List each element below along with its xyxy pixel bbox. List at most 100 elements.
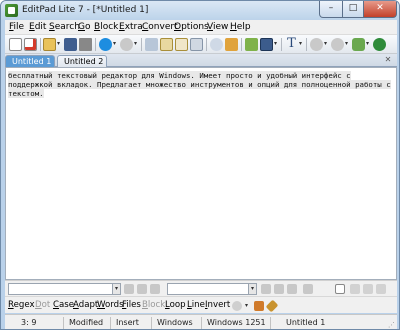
new-file-icon[interactable] [9,38,22,51]
menu-edit[interactable]: Edit [29,22,46,32]
menu-convert[interactable]: Convert [142,22,178,32]
print-icon[interactable] [79,38,92,51]
find-prev-icon[interactable] [124,284,134,294]
chevron-down-icon[interactable]: ▾ [345,41,350,47]
skype-icon[interactable] [99,38,112,51]
maximize-button[interactable]: □ [342,1,364,18]
chevron-down-icon[interactable]: ▾ [366,41,371,47]
editor-content[interactable]: бесплатный текстовый редактор для Window… [8,71,392,99]
option-dot[interactable]: Dot [35,300,50,310]
block-select-icon[interactable] [245,38,258,51]
tools-icon[interactable] [331,38,344,51]
menu-options[interactable]: Options [174,22,209,32]
close-tab-icon[interactable]: ✕ [383,55,393,65]
paste-icon[interactable] [175,38,188,51]
option-block[interactable]: Block [142,300,165,310]
replace-input[interactable] [167,283,249,295]
search-option-icon[interactable] [376,284,386,294]
option-adapt[interactable]: Adapt [73,300,98,310]
search-option-icon[interactable] [363,284,373,294]
open-file-icon[interactable] [43,38,56,51]
option-words[interactable]: Words [97,300,124,310]
find-history-dropdown[interactable]: ▾ [112,283,121,295]
clip-collection-icon[interactable] [352,38,365,51]
status-separator [151,317,152,329]
tab-bar: Untitled 1 Untitled 2 ✕ [5,54,397,67]
modified-indicator: Modified [69,318,104,327]
macro-icon[interactable] [310,38,323,51]
history-icon[interactable] [232,301,242,311]
encoding-indicator[interactable]: Windows 1251 [207,318,266,327]
replace-icon[interactable] [225,38,238,51]
quill-icon[interactable] [265,299,279,313]
chevron-down-icon[interactable]: ▾ [324,41,329,47]
cut-icon[interactable] [145,38,158,51]
save-icon[interactable] [64,38,77,51]
toolbar-separator [40,38,41,51]
find-icon[interactable] [210,38,223,51]
search-options-bar: Regex Dot Case Adapt Words Files Block L… [5,296,397,313]
status-separator [110,317,111,329]
app-window: EditPad Lite 7 - [*Untitled 1] – □ ✕ Fil… [0,0,400,330]
chevron-down-icon[interactable]: ▾ [274,41,279,47]
tab-untitled-1[interactable]: Untitled 1 [5,55,55,67]
tab-untitled-2[interactable]: Untitled 2 [57,55,107,67]
replace-history-dropdown[interactable]: ▾ [248,283,257,295]
editor-line: бесплатный текстовый редактор для Window… [8,71,351,80]
main-toolbar: ▾ ▾ ▾ ▾ T ▾ ▾ ▾ ▾ [5,35,397,54]
font-icon[interactable]: T [285,37,298,51]
clipboard-icon[interactable] [190,38,203,51]
minimize-button[interactable]: – [319,1,343,18]
status-separator [63,317,64,329]
option-regex[interactable]: Regex [8,300,35,310]
insert-mode[interactable]: Insert [116,318,139,327]
find-all-icon[interactable] [150,284,160,294]
find-next-icon[interactable] [137,284,147,294]
chevron-down-icon[interactable]: ▾ [245,303,250,309]
search-option-icon[interactable] [350,284,360,294]
option-loop[interactable]: Loop [165,300,186,310]
title-bar[interactable]: EditPad Lite 7 - [*Untitled 1] – □ ✕ [1,1,399,20]
chevron-down-icon[interactable]: ▾ [113,41,118,47]
toolbar-separator [281,38,282,51]
replace-all-icon[interactable] [287,284,297,294]
highlight-icon[interactable] [335,284,345,294]
chevron-down-icon[interactable]: ▾ [134,41,139,47]
option-invert[interactable]: Invert [205,300,230,310]
menu-block[interactable]: Block [94,22,118,32]
new-template-icon[interactable] [24,38,37,51]
chevron-down-icon[interactable]: ▾ [57,41,62,47]
status-separator [270,317,271,329]
option-files[interactable]: Files [122,300,141,310]
toolbar-separator [241,38,242,51]
status-tab-name: Untitled 1 [286,318,326,327]
menu-bar: File Edit Search Go Block Extra Convert … [5,20,397,35]
replace-icon[interactable] [261,284,271,294]
chevron-down-icon[interactable]: ▾ [299,41,304,47]
resize-grip-icon[interactable]: ⋰ [388,321,395,329]
menu-file[interactable]: File [9,22,24,32]
menu-extra[interactable]: Extra [119,22,143,32]
text-editor[interactable]: бесплатный текстовый редактор для Window… [5,67,397,280]
replace-next-icon[interactable] [274,284,284,294]
find-input[interactable] [8,283,113,295]
option-line[interactable]: Line [187,300,205,310]
option-case[interactable]: Case [53,300,74,310]
fold-icon[interactable] [303,284,313,294]
line-break-style[interactable]: Windows [157,318,193,327]
menu-go[interactable]: Go [78,22,91,32]
status-separator [201,317,202,329]
copy-icon[interactable] [160,38,173,51]
globe-icon[interactable] [373,38,386,51]
binoculars-icon[interactable] [254,301,264,311]
close-button[interactable]: ✕ [363,1,397,18]
window-title: EditPad Lite 7 - [*Untitled 1] [22,5,149,15]
menu-view[interactable]: View [207,22,228,32]
menu-help[interactable]: Help [230,22,251,32]
spell-check-icon[interactable] [120,38,133,51]
toolbar-separator [306,38,307,51]
menu-search[interactable]: Search [49,22,80,32]
layout-icon[interactable] [260,38,273,51]
toolbar-separator [95,38,96,51]
app-logo-icon[interactable] [5,4,18,17]
